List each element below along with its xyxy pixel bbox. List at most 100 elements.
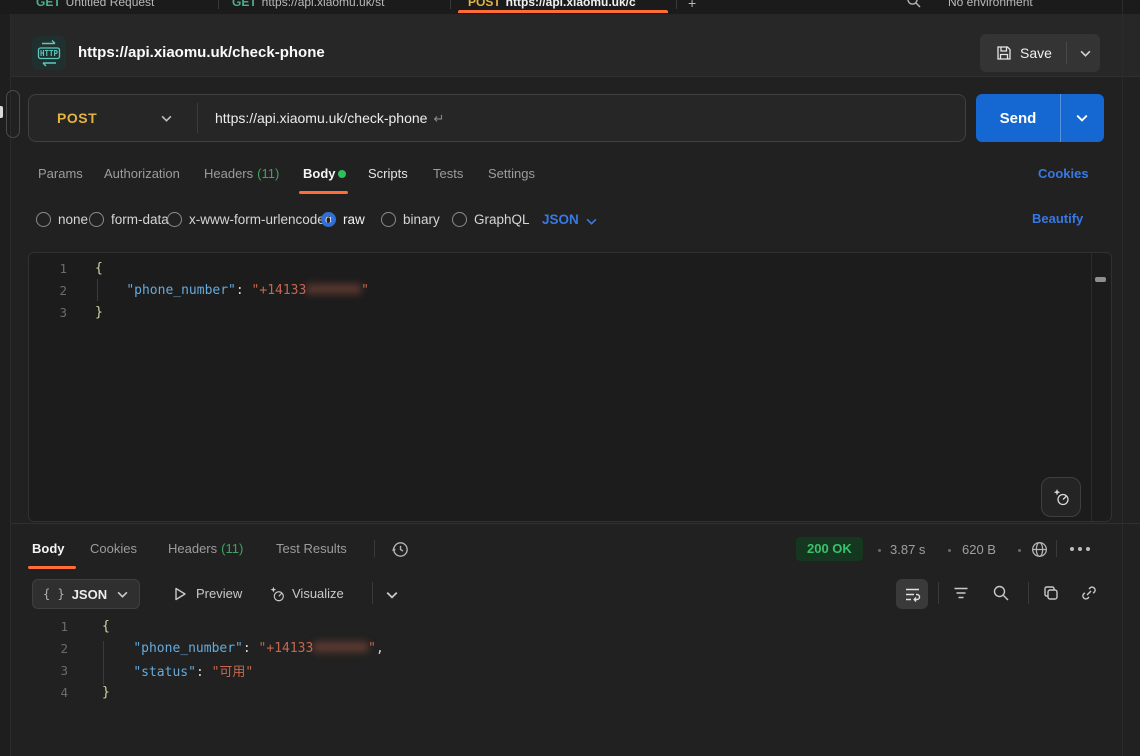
link-icon[interactable] [1080,584,1098,602]
response-headers-count: (11) [221,541,243,556]
enter-hint: ↵ [433,111,444,126]
tab-headers[interactable]: Headers(11) [204,166,279,181]
divider [938,582,939,604]
preview-play-icon[interactable] [172,586,188,602]
response-tab-body-active[interactable]: Body [32,541,65,556]
postbot-button[interactable] [1041,477,1081,517]
editor-scrollbar-thumb[interactable] [1095,277,1106,282]
globe-icon[interactable] [1030,540,1049,559]
more-actions-icon[interactable] [1070,547,1090,551]
response-body-viewer[interactable]: 1{2 "phone_number": "+141330000000",3 "s… [28,615,1108,756]
dot-separator [1018,549,1021,552]
response-format-button[interactable]: { } JSON [32,579,140,609]
save-icon [996,45,1012,61]
body-modified-dot [338,170,346,178]
environment-selector[interactable]: No environment [948,0,1033,9]
copy-icon[interactable] [1042,584,1060,602]
url-input[interactable]: https://api.xiaomu.uk/check-phone↵ [215,95,444,141]
sidebar-panel-fragment [6,90,20,138]
radio-graphql-label[interactable]: GraphQL [474,212,530,227]
new-tab-button[interactable]: + [688,0,696,11]
request-tab-1[interactable]: GET Untitled Request [36,0,154,9]
response-tab-cookies[interactable]: Cookies [90,541,137,556]
tab-authorization[interactable]: Authorization [104,166,180,181]
workspace-tab-bar: GET Untitled Request GET https://api.xiaom… [0,0,1140,15]
radio-form-data[interactable] [89,212,104,227]
status-badge[interactable]: 200 OK [796,537,863,561]
save-button[interactable]: Save [980,34,1100,72]
visualize-icon[interactable] [268,585,286,603]
divider [1028,582,1029,604]
tab-method-badge: GET [232,0,257,9]
raw-format-selector[interactable]: JSON [542,212,579,227]
window-edge-divider [1122,0,1123,756]
http-badge-text: HTTP [40,49,59,58]
radio-urlencoded[interactable] [167,212,182,227]
history-icon[interactable] [391,540,410,559]
indent-guide [97,279,98,301]
wrap-text-button[interactable] [896,579,928,609]
radio-graphql[interactable] [452,212,467,227]
radio-urlencoded-label[interactable]: x-www-form-urlencoded [189,212,332,227]
wrap-text-icon [904,586,921,603]
tab-body-active[interactable]: Body [303,166,336,181]
radio-binary-label[interactable]: binary [403,212,440,227]
preview-button[interactable]: Preview [196,586,242,601]
tab-divider [676,0,677,9]
radio-raw-label[interactable]: raw [343,212,365,227]
radio-raw-selected[interactable] [321,212,336,227]
response-tab-test-results[interactable]: Test Results [276,541,347,556]
response-active-tab-underline [28,566,76,569]
chevron-down-icon[interactable] [1080,50,1091,57]
pane-divider[interactable] [0,523,1140,524]
radio-none-label[interactable]: none [58,212,88,227]
request-code: 1{2 "phone_number": "+141330000000"3} [29,257,1111,323]
visualize-button[interactable]: Visualize [292,586,344,601]
indent-guide [103,641,104,685]
save-button-label: Save [1020,45,1052,61]
tab-method-badge: POST [468,0,501,9]
expand-chevron-icon[interactable] [386,591,398,599]
response-time[interactable]: 3.87 s [890,542,925,557]
radio-form-data-label[interactable]: form-data [111,212,169,227]
tab-label: https://api.xiaomu.uk/c [506,0,636,9]
tab-label: Untitled Request [66,0,155,9]
beautify-link[interactable]: Beautify [1032,211,1083,226]
tab-method-badge: GET [36,0,61,9]
tab-divider [218,0,219,9]
postbot-icon [1051,487,1071,507]
search-icon[interactable] [992,584,1010,602]
tab-divider [450,0,451,9]
tab-label: https://api.xiaomu.uk/st [262,0,385,9]
dot-separator [948,549,951,552]
response-format-label: JSON [72,587,107,602]
response-tab-headers[interactable]: Headers(11) [168,541,243,556]
send-button-label: Send [976,110,1060,127]
cookies-link[interactable]: Cookies [1038,166,1089,181]
divider [374,540,375,557]
search-icon[interactable] [906,0,922,9]
request-header-bar: HTTP https://api.xiaomu.uk/check-phone S… [0,14,1140,77]
active-tab-underline [458,10,668,13]
chevron-down-icon[interactable] [1076,114,1088,122]
filter-icon[interactable] [952,584,970,602]
send-button[interactable]: Send [976,94,1104,142]
request-tab-3-active[interactable]: POST https://api.xiaomu.uk/c [468,0,636,9]
method-selector[interactable]: POST [57,95,97,141]
tab-params[interactable]: Params [38,166,83,181]
radio-binary[interactable] [381,212,396,227]
tab-tests[interactable]: Tests [433,166,463,181]
chevron-down-icon[interactable] [586,218,597,225]
request-tab-2[interactable]: GET https://api.xiaomu.uk/st [232,0,384,9]
url-bar: POST https://api.xiaomu.uk/check-phone↵ [28,94,966,142]
send-split-divider [1060,94,1061,142]
dot-separator [878,549,881,552]
divider [372,582,373,604]
response-code: 1{2 "phone_number": "+141330000000",3 "s… [28,615,1108,703]
tab-settings[interactable]: Settings [488,166,535,181]
radio-none[interactable] [36,212,51,227]
chevron-down-icon[interactable] [161,115,172,122]
request-body-editor[interactable]: 1{2 "phone_number": "+141330000000"3} [28,252,1112,522]
tab-scripts[interactable]: Scripts [368,166,408,181]
response-size[interactable]: 620 B [962,542,996,557]
